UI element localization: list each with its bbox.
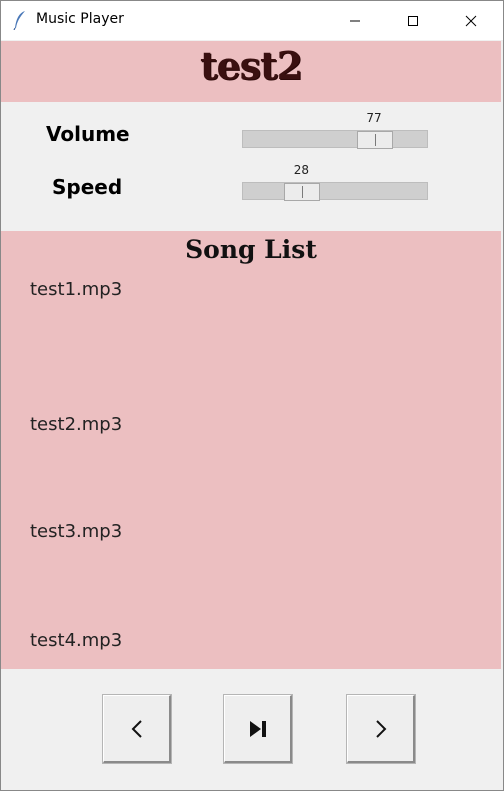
volume-slider-thumb[interactable]: [356, 131, 393, 149]
song-list: Song List test1.mp3 test2.mp3 test3.mp3 …: [1, 231, 501, 669]
speed-slider-thumb[interactable]: [284, 183, 321, 201]
minimize-icon: [350, 20, 360, 21]
previous-button[interactable]: [103, 695, 171, 763]
speed-slider[interactable]: [242, 182, 428, 201]
now-playing-header: test2: [1, 41, 501, 102]
maximize-icon: [408, 15, 418, 26]
controls-panel: Volume 77 Speed 28: [1, 102, 501, 231]
minimize-button[interactable]: [326, 1, 384, 40]
maximize-button[interactable]: [384, 1, 442, 40]
chevron-right-icon: [375, 719, 386, 738]
song-item[interactable]: test3.mp3: [30, 521, 122, 542]
close-button[interactable]: [442, 1, 500, 40]
song-item[interactable]: test4.mp3: [30, 630, 122, 651]
music-player-window: Music Player test2 Volume 77 Speed 28 So…: [0, 0, 504, 791]
volume-label: Volume: [46, 122, 130, 146]
volume-value: 77: [366, 111, 382, 125]
song-item[interactable]: test1.mp3: [30, 279, 122, 300]
chevron-left-icon: [131, 719, 142, 738]
play-pause-icon: [249, 720, 266, 737]
song-item[interactable]: test2.mp3: [30, 414, 122, 435]
speed-label: Speed: [52, 175, 123, 199]
window-title: Music Player: [36, 11, 124, 27]
feather-icon: [13, 11, 25, 30]
volume-slider[interactable]: [242, 130, 428, 149]
speed-value: 28: [293, 163, 310, 177]
song-list-title: Song List: [185, 235, 317, 264]
next-button[interactable]: [347, 695, 415, 763]
now-playing-title: test2: [199, 43, 303, 88]
play-pause-button[interactable]: [224, 695, 292, 763]
title-bar[interactable]: Music Player: [1, 1, 503, 40]
close-icon: [465, 15, 477, 26]
playback-controls: [1, 669, 501, 790]
